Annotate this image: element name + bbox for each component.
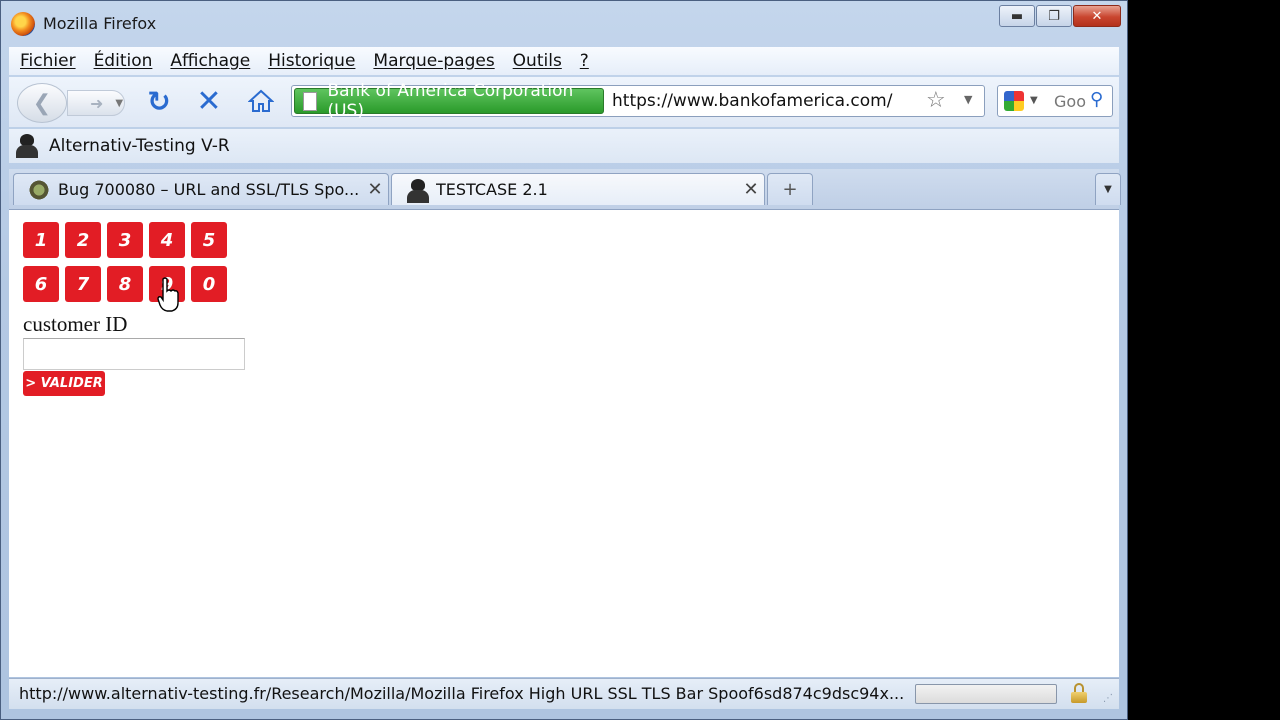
bug-icon — [28, 178, 50, 201]
key-3[interactable]: 3 — [107, 222, 143, 258]
menu-historique[interactable]: Historique — [268, 51, 355, 71]
key-6[interactable]: 6 — [23, 266, 59, 302]
key-2[interactable]: 2 — [65, 222, 101, 258]
stop-icon: ✕ — [196, 83, 222, 119]
close-tab-icon[interactable]: ✕ — [362, 179, 388, 200]
bookmarks-toolbar: Alternativ-Testing V-R — [9, 129, 1119, 163]
reload-button[interactable]: ↻ — [143, 84, 175, 118]
key-7[interactable]: 7 — [65, 266, 101, 302]
navigation-toolbar: ➜ ▼ ❮ ↻ ✕ Bank of America Corporation (U… — [9, 77, 1119, 127]
search-bar[interactable]: ▼ Goo ⚲ — [997, 85, 1113, 117]
tab-strip: Bug 700080 – URL and SSL/TLS Spo... ✕ TE… — [9, 169, 1121, 210]
identity-label: Bank of America Corporation (US) — [327, 81, 574, 121]
window-title: Mozilla Firefox — [43, 14, 157, 33]
key-4[interactable]: 4 — [149, 222, 185, 258]
new-tab-button[interactable]: + — [767, 173, 813, 205]
close-tab-icon[interactable]: ✕ — [738, 179, 764, 200]
arrow-left-icon: ❮ — [32, 90, 52, 116]
url-bar[interactable]: Bank of America Corporation (US) https:/… — [291, 81, 985, 121]
list-all-tabs-button[interactable]: ▼ — [1095, 173, 1121, 205]
resize-grip-icon[interactable]: ⋰ — [1103, 693, 1113, 704]
progress-bar — [915, 684, 1057, 704]
tab-bug-700080[interactable]: Bug 700080 – URL and SSL/TLS Spo... ✕ — [13, 173, 389, 205]
chevron-down-icon: ▼ — [1104, 184, 1112, 195]
menu-marque-pages[interactable]: Marque-pages — [373, 51, 494, 71]
valider-button[interactable]: > VALIDER — [23, 371, 105, 396]
customer-id-label: customer ID — [23, 312, 128, 336]
agent-icon — [406, 178, 429, 203]
bookmark-alternativ-testing[interactable]: Alternativ-Testing V-R — [49, 136, 230, 156]
hand-cursor-icon — [157, 277, 179, 312]
menu-help[interactable]: ? — [580, 51, 589, 71]
url-input[interactable]: https://www.bankofamerica.com/ — [612, 91, 892, 111]
menu-outils[interactable]: Outils — [513, 51, 562, 71]
menu-fichier[interactable]: Fichier — [20, 51, 76, 71]
agent-icon — [15, 134, 39, 158]
key-0[interactable]: 0 — [191, 266, 227, 302]
site-identity-button[interactable]: Bank of America Corporation (US) — [294, 81, 604, 121]
menu-edition[interactable]: Édition — [94, 51, 153, 71]
key-5[interactable]: 5 — [191, 222, 227, 258]
key-8[interactable]: 8 — [107, 266, 143, 302]
menu-affichage[interactable]: Affichage — [170, 51, 250, 71]
customer-id-input[interactable] — [23, 338, 245, 370]
close-window-button[interactable]: ✕ — [1073, 5, 1121, 27]
google-icon[interactable] — [1004, 91, 1024, 111]
tab-label: TESTCASE 2.1 — [436, 180, 548, 199]
status-url: http://www.alternativ-testing.fr/Researc… — [19, 684, 905, 703]
tab-label: Bug 700080 – URL and SSL/TLS Spo... — [58, 180, 360, 199]
minimize-button[interactable]: ▬ — [999, 5, 1035, 27]
bookmark-star-icon[interactable]: ☆ — [926, 88, 946, 113]
url-dropdown-icon[interactable]: ▼ — [964, 93, 972, 106]
status-bar: http://www.alternativ-testing.fr/Researc… — [9, 678, 1119, 709]
arrow-right-icon: ➜ — [90, 93, 104, 113]
tab-testcase[interactable]: TESTCASE 2.1 ✕ — [391, 173, 765, 205]
back-button[interactable]: ❮ — [17, 83, 67, 123]
maximize-button[interactable]: ❐ — [1036, 5, 1072, 27]
firefox-logo-icon — [11, 12, 35, 36]
search-icon[interactable]: ⚲ — [1090, 89, 1103, 110]
search-input[interactable]: Goo — [1054, 92, 1086, 111]
lock-icon[interactable] — [1071, 683, 1087, 703]
menu-bar: Fichier Édition Affichage Historique Mar… — [9, 47, 1119, 75]
stop-button[interactable]: ✕ — [193, 83, 225, 119]
title-bar: Mozilla Firefox ▬ ❐ ✕ — [1, 1, 1127, 45]
search-engine-dropdown-icon[interactable]: ▼ — [1030, 95, 1038, 106]
home-icon — [248, 89, 274, 112]
home-button[interactable] — [245, 85, 277, 117]
page-icon — [303, 91, 318, 111]
key-1[interactable]: 1 — [23, 222, 59, 258]
forward-button[interactable]: ➜ ▼ — [67, 90, 125, 116]
reload-icon: ↻ — [147, 84, 171, 118]
browser-window: Mozilla Firefox ▬ ❐ ✕ Fichier Édition Af… — [0, 0, 1128, 720]
chevron-down-icon: ▼ — [115, 97, 124, 109]
